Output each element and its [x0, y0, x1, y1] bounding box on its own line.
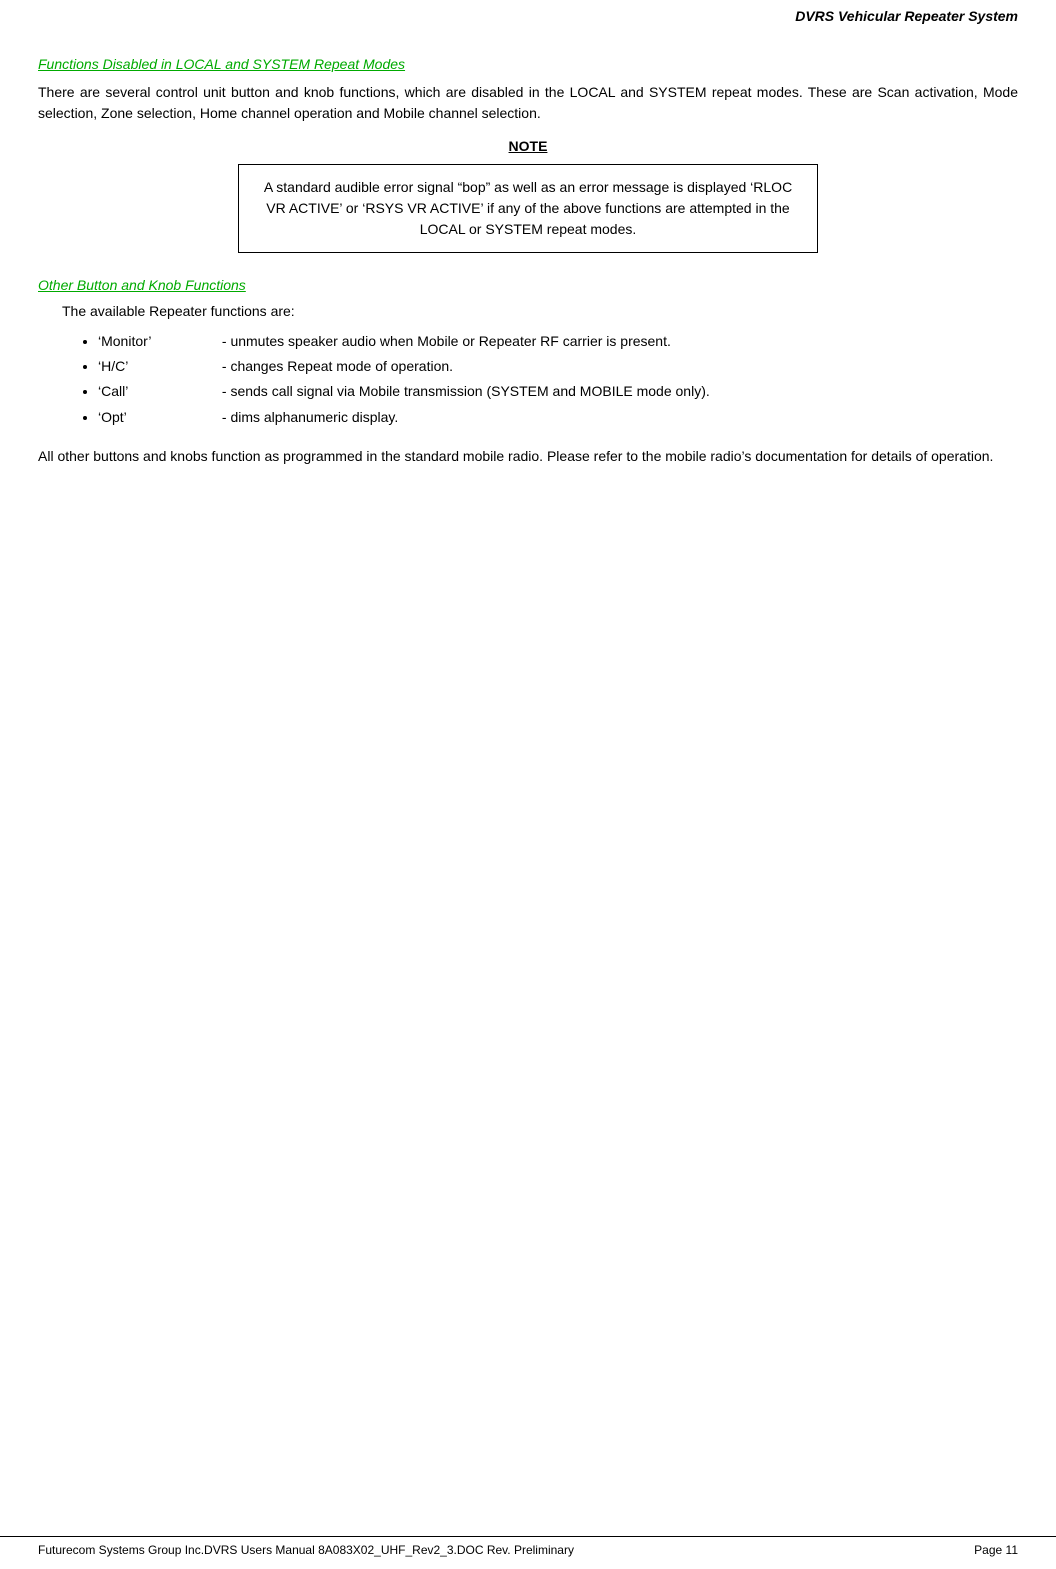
bullet-list: ‘Monitor’ - unmutes speaker audio when M…: [98, 329, 1018, 430]
bullet-desc-2: - changes Repeat mode of operation.: [222, 358, 453, 374]
bullet-desc-1: - unmutes speaker audio when Mobile or R…: [222, 333, 671, 349]
bullet-key-3: ‘Call’: [98, 379, 218, 404]
note-text: A standard audible error signal “bop” as…: [264, 179, 792, 237]
list-item: ‘Monitor’ - unmutes speaker audio when M…: [98, 329, 1018, 354]
section2-heading: Other Button and Knob Functions: [38, 277, 1018, 293]
footer-right: Page 11: [974, 1543, 1018, 1557]
bullet-key-1: ‘Monitor’: [98, 329, 218, 354]
note-label: NOTE: [38, 138, 1018, 154]
bullet-desc-4: - dims alphanumeric display.: [222, 409, 398, 425]
bullet-desc-3: - sends call signal via Mobile transmiss…: [222, 383, 710, 399]
page-header-title: DVRS Vehicular Repeater System: [795, 8, 1018, 24]
section-gap: [38, 253, 1018, 277]
footer-left: Futurecom Systems Group Inc.DVRS Users M…: [38, 1543, 574, 1557]
bullet-key-2: ‘H/C’: [98, 354, 218, 379]
page-footer: Futurecom Systems Group Inc.DVRS Users M…: [0, 1536, 1056, 1557]
section2-closing: All other buttons and knobs function as …: [38, 446, 1018, 467]
bullet-key-4: ‘Opt’: [98, 405, 218, 430]
list-item: ‘Opt’ - dims alphanumeric display.: [98, 405, 1018, 430]
section2-intro: The available Repeater functions are:: [62, 303, 1018, 319]
section1-paragraph: There are several control unit button an…: [38, 82, 1018, 124]
list-item: ‘Call’ - sends call signal via Mobile tr…: [98, 379, 1018, 404]
list-item: ‘H/C’ - changes Repeat mode of operation…: [98, 354, 1018, 379]
section1-heading: Functions Disabled in LOCAL and SYSTEM R…: [38, 56, 1018, 72]
page-container: DVRS Vehicular Repeater System Functions…: [0, 0, 1056, 1569]
note-box: A standard audible error signal “bop” as…: [238, 164, 818, 253]
